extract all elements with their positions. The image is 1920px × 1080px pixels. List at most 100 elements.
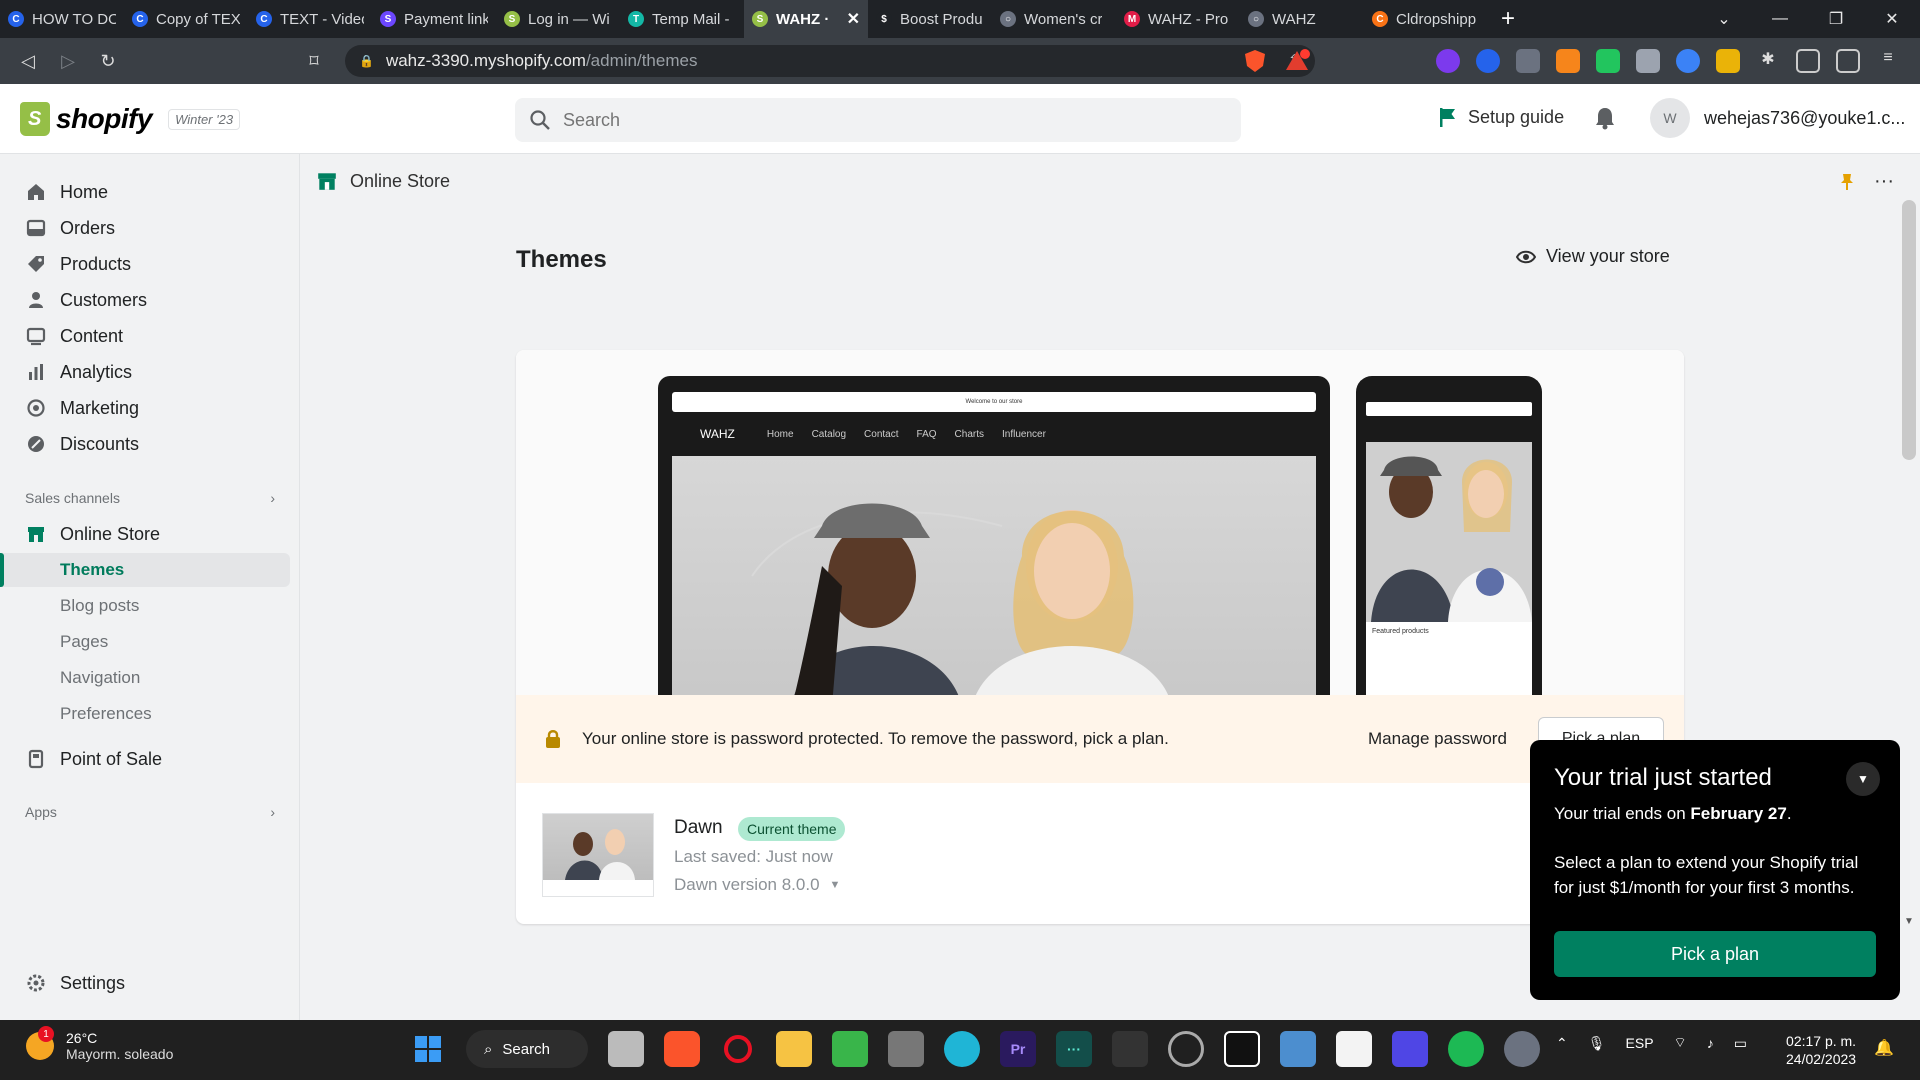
- maximize-icon[interactable]: ❐: [1808, 0, 1864, 38]
- collapse-popup-icon[interactable]: ▼: [1846, 762, 1880, 796]
- theme-preview[interactable]: Welcome to our store WAHZ Home Catalog C…: [516, 350, 1684, 706]
- davinci-resolve-icon[interactable]: [1112, 1031, 1148, 1067]
- sidebar-item-marketing[interactable]: Marketing: [0, 391, 290, 425]
- system-clock[interactable]: 02:17 p. m. 24/02/2023: [1786, 1032, 1856, 1068]
- account-menu[interactable]: W wehejas736@youke1.c...: [1650, 98, 1905, 138]
- microsoft-store-icon[interactable]: [1336, 1031, 1372, 1067]
- search-bar[interactable]: [515, 98, 1241, 142]
- sidebar-toggle-icon[interactable]: [1796, 49, 1820, 73]
- language-indicator[interactable]: ESP: [1626, 1035, 1654, 1051]
- bookmark-icon[interactable]: ⌑: [294, 51, 334, 72]
- windows-start-icon[interactable]: [410, 1031, 446, 1067]
- sidebar-item-content[interactable]: Content: [0, 319, 290, 353]
- puzzle-icon[interactable]: ✱: [1756, 49, 1780, 73]
- scroll-down-arrow-icon[interactable]: ▼: [1904, 916, 1914, 927]
- spotify-icon[interactable]: [1448, 1031, 1484, 1067]
- tab-search-icon[interactable]: ⌄: [1696, 0, 1752, 38]
- extension-icon[interactable]: [1676, 49, 1700, 73]
- brave-browser-icon[interactable]: [664, 1031, 700, 1067]
- extension-icon[interactable]: [1476, 49, 1500, 73]
- browser-tab[interactable]: $ Boost Produ: [868, 0, 992, 38]
- wallet-icon[interactable]: [1836, 49, 1860, 73]
- theme-version-dropdown[interactable]: Dawn version 8.0.0 ▼: [674, 875, 840, 895]
- taskbar-search[interactable]: ⌕ Search: [466, 1030, 588, 1068]
- opera-icon[interactable]: [720, 1031, 756, 1067]
- metamask-icon[interactable]: [1556, 49, 1580, 73]
- extension-icon[interactable]: [1436, 49, 1460, 73]
- canva-icon[interactable]: [944, 1031, 980, 1067]
- apps-header[interactable]: Apps ›: [25, 804, 275, 820]
- close-window-icon[interactable]: ✕: [1864, 0, 1920, 38]
- weather-widget[interactable]: 1 26°C Mayorm. soleado: [26, 1026, 173, 1062]
- browser-tab[interactable]: C TEXT - Video: [248, 0, 372, 38]
- browser-tab[interactable]: ○ Women's cr: [992, 0, 1116, 38]
- extension-icon[interactable]: [1596, 49, 1620, 73]
- settings-gear-icon[interactable]: [1504, 1031, 1540, 1067]
- extension-icon[interactable]: [1716, 49, 1740, 73]
- app-icon[interactable]: [1280, 1031, 1316, 1067]
- sidebar-item-orders[interactable]: Orders: [0, 211, 290, 245]
- browser-tab-active[interactable]: S WAHZ · ✕: [744, 0, 868, 38]
- sidebar-item-themes[interactable]: Themes: [0, 553, 290, 587]
- search-input[interactable]: [563, 109, 1192, 131]
- battery-icon[interactable]: ▭: [1734, 1035, 1747, 1052]
- sidebar-item-home[interactable]: Home: [0, 175, 290, 209]
- file-explorer-icon[interactable]: [776, 1031, 812, 1067]
- back-icon[interactable]: ◁: [8, 51, 48, 72]
- extension-icon[interactable]: [1516, 49, 1540, 73]
- manage-password-link[interactable]: Manage password: [1368, 729, 1507, 749]
- speaker-icon[interactable]: ♪: [1707, 1035, 1714, 1051]
- forward-icon[interactable]: ▷: [48, 51, 88, 72]
- close-tab-icon[interactable]: ✕: [847, 9, 860, 29]
- pin-icon[interactable]: [1840, 173, 1854, 191]
- browser-tab[interactable]: S Payment link: [372, 0, 496, 38]
- theme-thumbnail[interactable]: [542, 813, 654, 897]
- setup-guide-button[interactable]: Setup guide: [1438, 106, 1564, 128]
- menu-icon[interactable]: ≡: [1876, 49, 1900, 73]
- sales-channels-header[interactable]: Sales channels ›: [25, 490, 275, 506]
- address-bar[interactable]: 🔒 wahz-3390.myshopify.com/admin/themes ⇪: [345, 45, 1315, 77]
- sidebar-item-blog-posts[interactable]: Blog posts: [0, 589, 290, 623]
- browser-tab[interactable]: ○ WAHZ: [1240, 0, 1364, 38]
- camtasia-icon[interactable]: [832, 1031, 868, 1067]
- chevron-up-icon[interactable]: ⌃: [1556, 1035, 1568, 1052]
- reload-icon[interactable]: ↻: [88, 51, 128, 72]
- browser-tab[interactable]: M WAHZ - Pro: [1116, 0, 1240, 38]
- more-actions-icon[interactable]: ···: [1874, 170, 1894, 193]
- sidebar-item-online-store[interactable]: Online Store: [0, 517, 290, 551]
- app-icon[interactable]: [1392, 1031, 1428, 1067]
- new-tab-button[interactable]: +: [1488, 5, 1528, 33]
- extension-icon[interactable]: [1636, 49, 1660, 73]
- sidebar-item-customers[interactable]: Customers: [0, 283, 290, 317]
- page-scrollbar[interactable]: [1902, 200, 1916, 460]
- chrome-icon[interactable]: [1168, 1031, 1204, 1067]
- sidebar-item-pages[interactable]: Pages: [0, 625, 290, 659]
- browser-tab[interactable]: C HOW TO DO: [0, 0, 124, 38]
- view-store-button[interactable]: View your store: [1516, 246, 1670, 267]
- premiere-pro-icon[interactable]: Pr: [1000, 1031, 1036, 1067]
- browser-tab[interactable]: C Cldropshipp: [1364, 0, 1488, 38]
- browser-tab[interactable]: C Copy of TEXT: [124, 0, 248, 38]
- trial-pick-plan-button[interactable]: Pick a plan: [1554, 931, 1876, 977]
- app-icon[interactable]: ···: [1056, 1031, 1092, 1067]
- sidebar-item-analytics[interactable]: Analytics: [0, 355, 290, 389]
- brave-shield-icon[interactable]: [1242, 48, 1268, 74]
- sidebar-item-navigation[interactable]: Navigation: [0, 661, 290, 695]
- microphone-icon[interactable]: 🎙: [1588, 1035, 1606, 1052]
- brave-rewards-icon[interactable]: [1284, 48, 1310, 74]
- capcut-icon[interactable]: [1224, 1031, 1260, 1067]
- sidebar-item-preferences[interactable]: Preferences: [0, 697, 290, 731]
- minimize-icon[interactable]: —: [1752, 0, 1808, 38]
- sidebar-item-products[interactable]: Products: [0, 247, 290, 281]
- task-view-icon[interactable]: [608, 1031, 644, 1067]
- browser-tab[interactable]: T Temp Mail -: [620, 0, 744, 38]
- sidebar-item-point-of-sale[interactable]: Point of Sale: [0, 742, 290, 776]
- notification-icon[interactable]: 🔔: [1874, 1038, 1894, 1058]
- bell-icon[interactable]: [1594, 106, 1616, 130]
- sidebar-item-settings[interactable]: Settings: [0, 966, 290, 1000]
- app-icon[interactable]: [888, 1031, 924, 1067]
- shopify-logo[interactable]: shopify Winter '23: [20, 102, 241, 136]
- wifi-icon[interactable]: ⌔: [1674, 1034, 1687, 1052]
- browser-tab[interactable]: S Log in — Wi: [496, 0, 620, 38]
- sidebar-item-discounts[interactable]: Discounts: [0, 427, 290, 461]
